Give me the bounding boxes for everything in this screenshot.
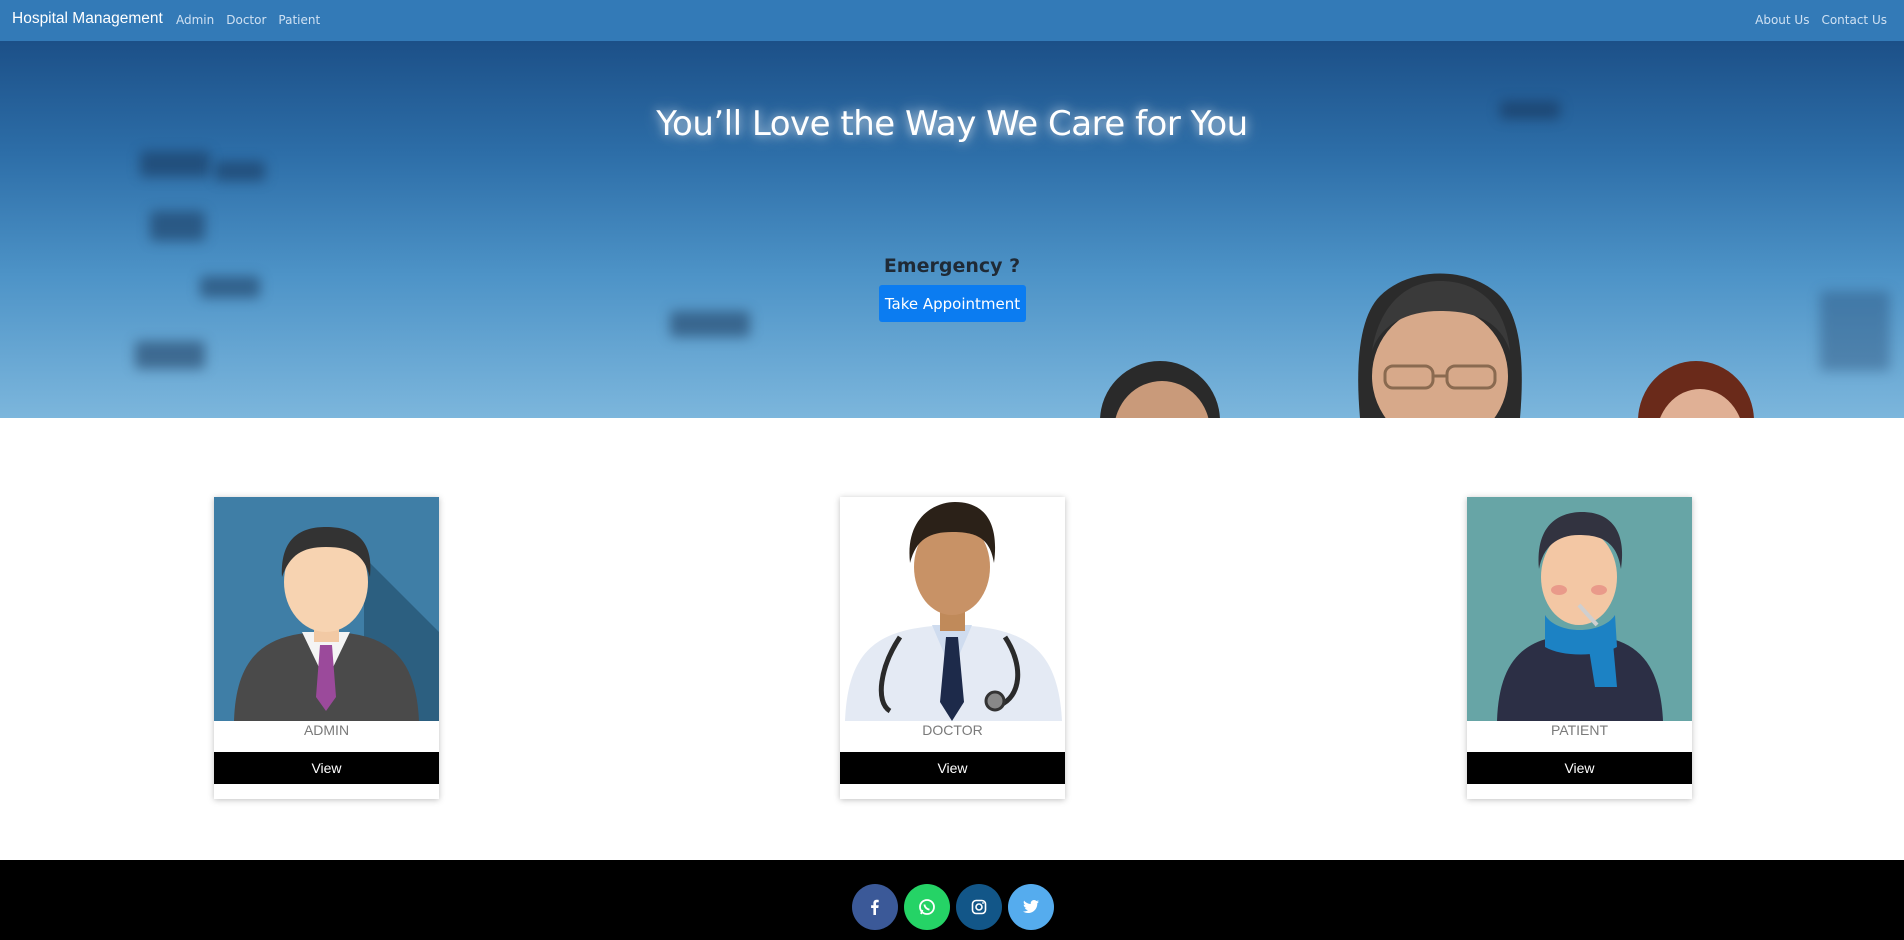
nav-right-links: About Us Contact Us xyxy=(1755,13,1887,27)
doctor-avatar-icon xyxy=(840,497,1065,721)
doctor-card-label: DOCTOR xyxy=(922,722,983,738)
facebook-icon[interactable] xyxy=(852,884,898,930)
take-appointment-button[interactable]: Take Appointment xyxy=(879,285,1026,322)
admin-avatar-icon xyxy=(214,497,439,721)
admin-card: ADMIN View xyxy=(214,497,439,799)
background-blur-shape xyxy=(150,211,205,241)
patient-card: PATIENT View xyxy=(1467,497,1692,799)
emergency-text: Emergency ? xyxy=(883,255,1021,277)
footer xyxy=(0,860,1904,940)
whatsapp-icon[interactable] xyxy=(904,884,950,930)
nav-link-contact-us[interactable]: Contact Us xyxy=(1821,13,1887,27)
nav-left-links: Admin Doctor Patient xyxy=(176,13,320,27)
instagram-icon[interactable] xyxy=(956,884,1002,930)
patient-view-button[interactable]: View xyxy=(1467,752,1692,784)
patient-avatar-icon xyxy=(1467,497,1692,721)
background-blur-shape xyxy=(135,341,205,369)
brand-link[interactable]: Hospital Management xyxy=(12,10,163,28)
nav-link-patient[interactable]: Patient xyxy=(278,13,320,27)
background-blur-shape xyxy=(670,311,750,337)
top-navbar: Hospital Management Admin Doctor Patient… xyxy=(0,0,1904,41)
doctors-photo xyxy=(1100,273,1754,418)
nav-link-doctor[interactable]: Doctor xyxy=(226,13,266,27)
twitter-icon[interactable] xyxy=(1008,884,1054,930)
background-blur-shape xyxy=(200,276,260,298)
patient-card-label: PATIENT xyxy=(1550,722,1609,738)
hero-title: You’ll Love the Way We Care for You xyxy=(656,104,1248,144)
social-links xyxy=(852,884,1054,930)
background-blur-shape xyxy=(215,161,265,181)
background-blur-shape xyxy=(140,151,210,177)
nav-link-about-us[interactable]: About Us xyxy=(1755,13,1809,27)
doctor-card: DOCTOR View xyxy=(840,497,1065,799)
doctor-view-button[interactable]: View xyxy=(840,752,1065,784)
nav-link-admin[interactable]: Admin xyxy=(176,13,214,27)
admin-card-label: ADMIN xyxy=(303,722,350,738)
admin-view-button[interactable]: View xyxy=(214,752,439,784)
hero-banner: You’ll Love the Way We Care for You Emer… xyxy=(0,41,1904,418)
